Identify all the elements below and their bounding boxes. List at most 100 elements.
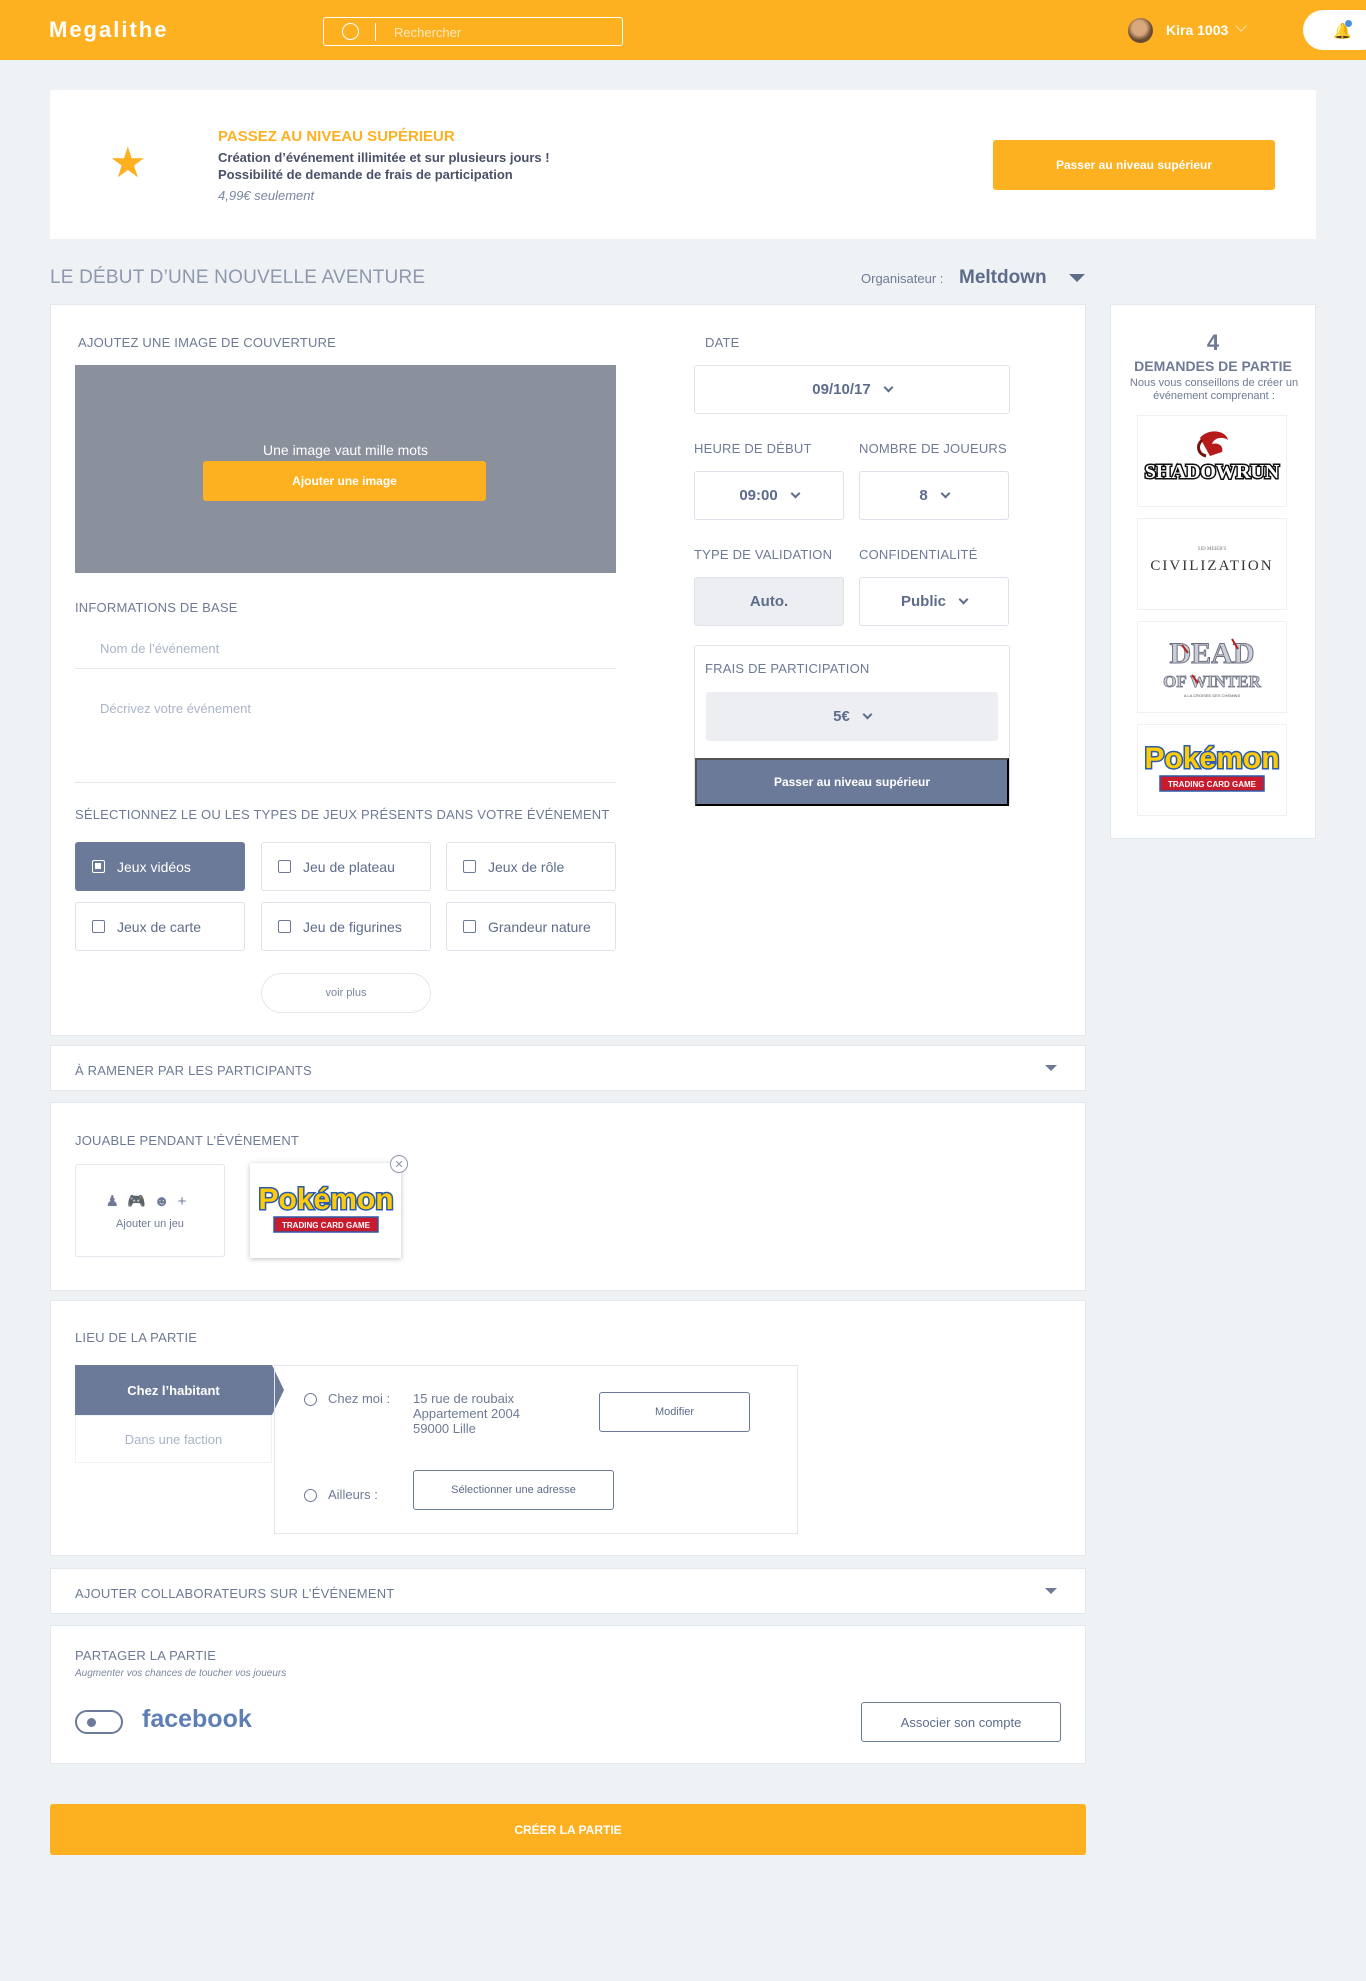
add-game-button[interactable]: ♟🎮☻+ Ajouter un jeu bbox=[75, 1164, 225, 1257]
caret-down-icon[interactable] bbox=[1069, 274, 1085, 282]
chevron-down-icon bbox=[958, 594, 969, 605]
event-name-input[interactable] bbox=[75, 629, 616, 669]
checkbox[interactable] bbox=[463, 860, 476, 873]
game-logo-pokemon[interactable]: Pokémon TRADING CARD GAME bbox=[1137, 724, 1287, 816]
checkbox[interactable] bbox=[463, 920, 476, 933]
see-more-button[interactable]: voir plus bbox=[261, 973, 431, 1013]
tab-faction[interactable]: Dans une faction bbox=[75, 1415, 272, 1463]
radio-elsewhere[interactable] bbox=[304, 1489, 317, 1502]
game-type-larp[interactable]: Grandeur nature bbox=[446, 902, 616, 951]
checkbox[interactable] bbox=[278, 860, 291, 873]
players-value: 8 bbox=[919, 487, 928, 504]
validation-select[interactable]: Auto. bbox=[694, 577, 844, 626]
pokemon-logo: Pokémon TRADING CARD GAME bbox=[256, 1181, 395, 1233]
notification-dot bbox=[1345, 20, 1352, 27]
location-card: LIEU DE LA PARTIE Chez l’habitant Dans u… bbox=[50, 1300, 1086, 1556]
cover-text: Une image vaut mille mots bbox=[263, 442, 428, 458]
logo[interactable]: Megalithe bbox=[49, 17, 168, 43]
radio-home[interactable] bbox=[304, 1393, 317, 1406]
requests-count: 4 bbox=[1206, 330, 1220, 355]
bring-items-label: À RAMENER PAR LES PARTICIPANTS bbox=[75, 1063, 312, 1078]
civilization-logo: SID MEIER'S CIVILIZATION bbox=[1150, 547, 1273, 574]
chevron-down-icon[interactable] bbox=[1235, 20, 1247, 32]
game-type-video[interactable]: Jeux vidéos bbox=[75, 842, 245, 891]
location-label: LIEU DE LA PARTIE bbox=[75, 1330, 198, 1345]
facebook-label: facebook bbox=[142, 1705, 252, 1733]
svg-text:Pokémon: Pokémon bbox=[1144, 742, 1279, 775]
game-type-roleplay[interactable]: Jeux de rôle bbox=[446, 842, 616, 891]
collaborators-section[interactable]: AJOUTER COLLABORATEURS SUR L’ÉVÉNEMENT bbox=[50, 1568, 1086, 1614]
tab-chez-habitant[interactable]: Chez l’habitant bbox=[75, 1365, 272, 1415]
cover-image-area[interactable]: Une image vaut mille mots Ajouter une im… bbox=[75, 365, 616, 573]
start-time-select[interactable]: 09:00 bbox=[694, 471, 844, 520]
select-address-button[interactable]: Sélectionner une adresse bbox=[413, 1470, 614, 1510]
address-line-3: 59000 Lille bbox=[413, 1421, 476, 1436]
bring-items-section[interactable]: À RAMENER PAR LES PARTICIPANTS bbox=[50, 1045, 1086, 1091]
event-description-input[interactable] bbox=[75, 691, 616, 783]
game-type-label: Jeu de plateau bbox=[303, 858, 395, 875]
caret-down-icon[interactable] bbox=[1045, 1065, 1057, 1071]
game-logo-dead-of-winter[interactable]: DEAD OF WINTER A LA CROISEE DES CHEMINS bbox=[1137, 621, 1287, 713]
facebook-toggle[interactable] bbox=[75, 1710, 123, 1734]
home-address: 15 rue de roubaix Appartement 2004 59000… bbox=[413, 1391, 520, 1436]
svg-text:SHADOWRUN: SHADOWRUN bbox=[1145, 461, 1280, 483]
svg-text:SID MEIER'S: SID MEIER'S bbox=[1198, 547, 1227, 552]
modify-address-button[interactable]: Modifier bbox=[599, 1392, 750, 1432]
upgrade-button[interactable]: Passer au niveau supérieur bbox=[993, 140, 1275, 190]
organizer-select[interactable]: Meltdown bbox=[959, 267, 1047, 289]
share-subtitle: Augmenter vos chances de toucher vos jou… bbox=[75, 1668, 287, 1679]
address-line-2: Appartement 2004 bbox=[413, 1406, 520, 1421]
players-select[interactable]: 8 bbox=[859, 471, 1009, 520]
avatar[interactable] bbox=[1128, 18, 1153, 43]
game-type-label: Jeu de figurines bbox=[303, 918, 402, 935]
date-picker[interactable]: 09/10/17 bbox=[694, 365, 1010, 414]
game-type-miniatures[interactable]: Jeu de figurines bbox=[261, 902, 431, 951]
game-requests-card: 4 DEMANDES DE PARTIE Nous vous conseillo… bbox=[1110, 304, 1316, 839]
username[interactable]: Kira 1003 bbox=[1166, 22, 1228, 38]
caret-down-icon[interactable] bbox=[1045, 1588, 1057, 1594]
game-logo-shadowrun[interactable]: SHADOWRUN bbox=[1137, 415, 1287, 507]
basic-info-label: INFORMATIONS DE BASE bbox=[75, 600, 238, 615]
game-type-card[interactable]: Jeux de carte bbox=[75, 902, 245, 951]
chevron-down-icon bbox=[790, 488, 801, 499]
search-separator bbox=[375, 23, 376, 41]
elsewhere-label: Ailleurs : bbox=[328, 1487, 378, 1502]
date-label: DATE bbox=[705, 335, 740, 350]
checkbox[interactable] bbox=[278, 920, 291, 933]
game-type-board[interactable]: Jeu de plateau bbox=[261, 842, 431, 891]
start-time-label: HEURE DE DÉBUT bbox=[694, 441, 812, 456]
chevron-down-icon bbox=[883, 382, 894, 393]
game-type-label: Jeux de rôle bbox=[488, 858, 565, 875]
game-logo-civilization[interactable]: SID MEIER'S CIVILIZATION bbox=[1137, 518, 1287, 610]
remove-game-close-icon[interactable]: ✕ bbox=[390, 1155, 408, 1173]
requests-title: DEMANDES DE PARTIE bbox=[1134, 358, 1292, 374]
checkbox[interactable] bbox=[92, 860, 105, 873]
add-game-label: Ajouter un jeu bbox=[116, 1218, 184, 1230]
fee-label: FRAIS DE PARTICIPATION bbox=[705, 661, 870, 676]
svg-text:DEAD: DEAD bbox=[1169, 637, 1254, 670]
playable-game-pokemon[interactable]: Pokémon TRADING CARD GAME bbox=[250, 1163, 401, 1258]
fee-select[interactable]: 5€ bbox=[706, 692, 998, 741]
svg-text:CIVILIZATION: CIVILIZATION bbox=[1150, 558, 1273, 574]
top-bar: Megalithe Kira 1003 🔔 bbox=[0, 0, 1366, 60]
banner-feature-2: Possibilité de demande de frais de parti… bbox=[218, 167, 513, 182]
page-title: LE DÉBUT D’UNE NOUVELLE AVENTURE bbox=[50, 267, 426, 288]
create-game-button[interactable]: CRÉER LA PARTIE bbox=[50, 1804, 1086, 1855]
search-input[interactable] bbox=[394, 22, 604, 42]
link-account-button[interactable]: Associer son compte bbox=[861, 1702, 1061, 1742]
playable-label: JOUABLE PENDANT L’ÉVÉNEMENT bbox=[75, 1133, 300, 1148]
search-box[interactable] bbox=[323, 17, 623, 46]
chevron-down-icon bbox=[862, 709, 873, 720]
notifications-button[interactable]: 🔔 bbox=[1303, 10, 1366, 50]
share-label: PARTAGER LA PARTIE bbox=[75, 1648, 217, 1663]
home-label: Chez moi : bbox=[328, 1391, 391, 1406]
svg-text:TRADING CARD GAME: TRADING CARD GAME bbox=[1168, 780, 1257, 789]
fee-upgrade-button[interactable]: Passer au niveau supérieur bbox=[695, 758, 1009, 806]
privacy-value: Public bbox=[900, 593, 946, 610]
toggle-knob bbox=[87, 1718, 96, 1727]
search-icon bbox=[342, 23, 359, 40]
checkbox[interactable] bbox=[92, 920, 105, 933]
privacy-select[interactable]: Public bbox=[859, 577, 1009, 626]
add-image-button[interactable]: Ajouter une image bbox=[203, 461, 486, 501]
svg-text:A LA CROISEE DES CHEMINS: A LA CROISEE DES CHEMINS bbox=[1184, 693, 1241, 698]
